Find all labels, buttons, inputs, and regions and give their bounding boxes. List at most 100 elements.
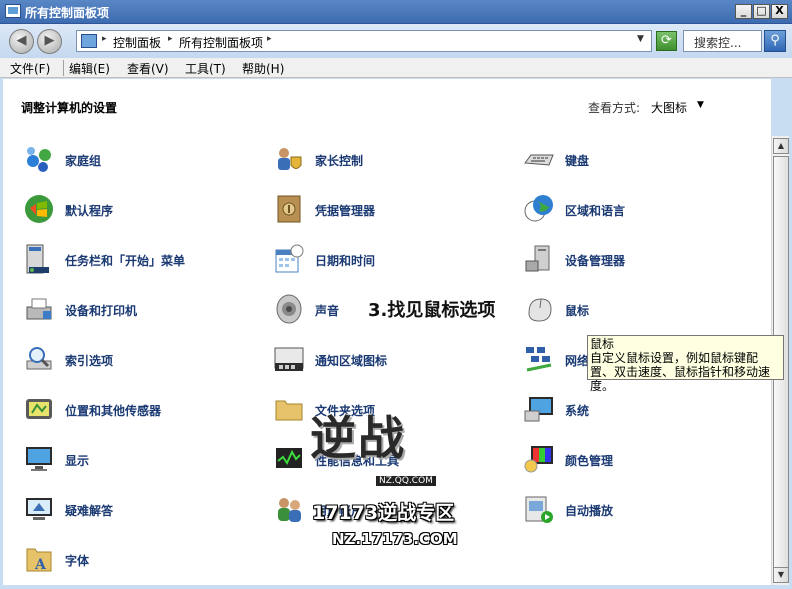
default-programs-icon: [25, 195, 53, 223]
device-manager-icon: [525, 245, 550, 272]
mouse-icon: [528, 298, 552, 322]
close-button[interactable]: X: [771, 4, 788, 19]
item-label: 字体: [65, 554, 90, 568]
item-device-manager[interactable]: 设备管理器: [523, 243, 763, 277]
item-credential-manager[interactable]: 凭据管理器: [273, 193, 513, 227]
item-label: 家长控制: [315, 154, 364, 168]
back-button[interactable]: ◀: [9, 29, 34, 54]
chevron-right-icon[interactable]: ▸: [267, 34, 272, 44]
keyboard-icon: [524, 154, 554, 166]
control-panel-icon: [5, 4, 21, 18]
item-color-management[interactable]: 颜色管理: [523, 443, 763, 477]
item-label: 键盘: [565, 154, 590, 168]
item-label: 家庭组: [65, 154, 102, 168]
item-default-programs[interactable]: 默认程序: [23, 193, 263, 227]
item-label: 凭据管理器: [315, 204, 376, 218]
item-date-time[interactable]: 日期和时间: [273, 243, 513, 277]
item-location-sensors[interactable]: 位置和其他传感器: [23, 393, 263, 427]
item-indexing-options[interactable]: 索引选项: [23, 343, 263, 377]
watermark-line1: 17173逆战专区: [312, 502, 455, 524]
taskbar-icon: [26, 244, 49, 274]
item-system[interactable]: 系统: [523, 393, 763, 427]
item-label: 声音: [315, 304, 340, 318]
forward-button[interactable]: ▶: [37, 29, 62, 54]
step-annotation: 3.找见鼠标选项: [368, 300, 496, 321]
item-autoplay[interactable]: 自动播放: [523, 493, 763, 527]
sensor-icon: [26, 399, 52, 419]
view-by-label: 查看方式:: [588, 101, 641, 115]
item-label: 索引选项: [65, 354, 114, 368]
item-label: 默认程序: [65, 204, 114, 218]
item-display[interactable]: 显示: [23, 443, 263, 477]
address-box[interactable]: ▸ 控制面板 ▸ 所有控制面板项 ▸ ▼: [76, 30, 652, 52]
search-input[interactable]: 搜索控...: [683, 30, 762, 52]
scroll-down-button[interactable]: ▼: [773, 567, 789, 583]
watermark-line2: NZ.17173.COM: [332, 530, 458, 548]
site-watermark: 逆战 NZ.QQ.COM 17173逆战专区 NZ.17173.COM: [270, 398, 528, 558]
item-notification-area-icons[interactable]: 通知区域图标: [273, 343, 513, 377]
tooltip-title: 鼠标: [590, 337, 615, 351]
menu-edit[interactable]: 编辑(E): [69, 60, 110, 77]
maximize-button[interactable]: □: [753, 4, 770, 19]
menu-separator: [63, 60, 64, 76]
chevron-right-icon[interactable]: ▸: [102, 34, 107, 44]
minimize-button[interactable]: _: [735, 4, 752, 19]
breadcrumb-all-items[interactable]: 所有控制面板项: [179, 34, 263, 51]
item-label: 颜色管理: [565, 454, 614, 468]
title-bar: 所有控制面板项 _ □ X: [0, 0, 792, 24]
control-panel-icon: [81, 34, 97, 48]
item-keyboard[interactable]: 键盘: [523, 143, 763, 177]
globe-clock-icon: [524, 195, 553, 222]
item-homegroup[interactable]: 家庭组: [23, 143, 263, 177]
item-label: 位置和其他传感器: [65, 404, 162, 418]
item-taskbar-start-menu[interactable]: 任务栏和「开始」菜单: [23, 243, 263, 277]
item-label: 显示: [65, 454, 90, 468]
monitor-icon: [26, 447, 52, 471]
calendar-clock-icon: [275, 244, 304, 273]
network-icon: [526, 347, 552, 372]
troubleshooting-icon: [26, 498, 52, 520]
mouse-tooltip: 鼠标 自定义鼠标设置，例如鼠标键配置、双击速度、鼠标指针和移动速度。: [587, 335, 784, 393]
printer-icon: [26, 298, 52, 320]
search-button[interactable]: ⚲: [764, 30, 786, 52]
item-label: 设备管理器: [565, 254, 626, 268]
item-region-language[interactable]: 区域和语言: [523, 193, 763, 227]
address-bar: ◀ ▶ ▸ 控制面板 ▸ 所有控制面板项 ▸ ▼ ⟳ 搜索控... ⚲: [0, 24, 792, 58]
item-parental-controls[interactable]: 家长控制: [273, 143, 513, 177]
fonts-icon: A: [26, 548, 52, 573]
menu-bar: 文件(F) 编辑(E) 查看(V) 工具(T) 帮助(H): [0, 58, 792, 78]
item-label: 区域和语言: [565, 204, 626, 218]
chevron-down-icon[interactable]: ▼: [637, 34, 644, 44]
window-title: 所有控制面板项: [25, 6, 110, 20]
breadcrumb-control-panel[interactable]: 控制面板: [113, 34, 161, 51]
refresh-button[interactable]: ⟳: [656, 31, 677, 51]
watermark-sub: NZ.QQ.COM: [376, 476, 436, 486]
speaker-icon: [276, 294, 302, 324]
watermark-logo: 逆战: [310, 411, 406, 465]
item-troubleshooting[interactable]: 疑难解答: [23, 493, 263, 527]
svg-text:A: A: [34, 557, 47, 573]
notification-area-icon: [274, 347, 304, 371]
item-fonts[interactable]: A 字体: [23, 543, 263, 577]
item-label: 日期和时间: [315, 254, 376, 268]
tooltip-text: 自定义鼠标设置，例如鼠标键配置、双击速度、鼠标指针和移动速度。: [590, 351, 771, 393]
menu-view[interactable]: 查看(V): [127, 60, 169, 77]
chevron-down-icon[interactable]: ▼: [697, 100, 704, 110]
item-label: 设备和打印机: [65, 304, 138, 318]
menu-file[interactable]: 文件(F): [10, 60, 50, 77]
item-mouse[interactable]: 鼠标: [523, 293, 763, 327]
vault-icon: [277, 195, 301, 223]
item-label: 自动播放: [565, 504, 614, 518]
menu-help[interactable]: 帮助(H): [242, 60, 284, 77]
item-label: 鼠标: [565, 304, 590, 318]
chevron-right-icon[interactable]: ▸: [168, 34, 173, 44]
menu-tools[interactable]: 工具(T): [185, 60, 226, 77]
homegroup-icon: [27, 147, 51, 172]
scroll-up-button[interactable]: ▲: [773, 138, 789, 154]
magnifier-icon: [26, 347, 52, 370]
parental-controls-icon: [278, 148, 302, 170]
item-label: 任务栏和「开始」菜单: [65, 254, 186, 268]
view-by-dropdown[interactable]: 大图标: [651, 99, 687, 116]
item-devices-printers[interactable]: 设备和打印机: [23, 293, 263, 327]
item-label: 疑难解答: [65, 504, 114, 518]
